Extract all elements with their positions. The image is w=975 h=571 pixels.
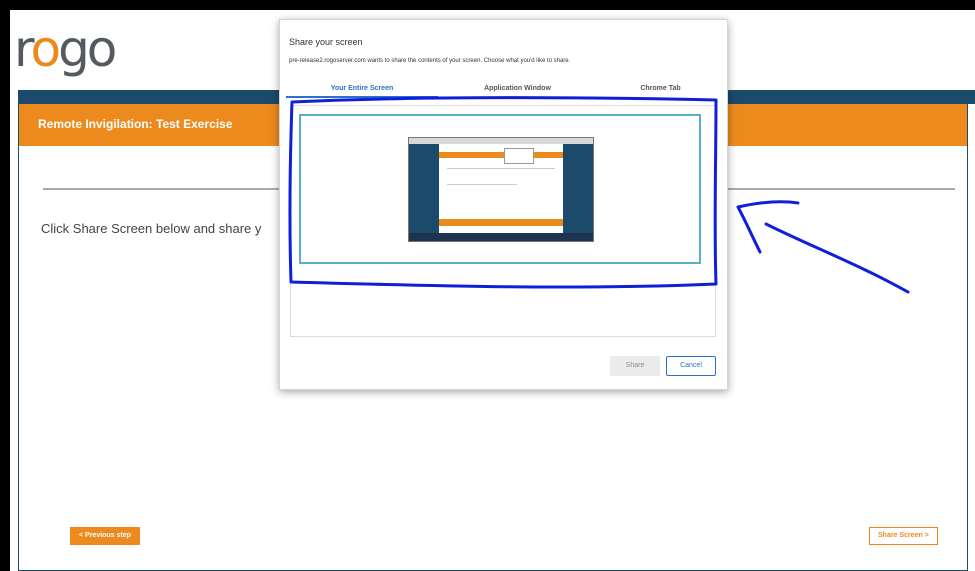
share-button[interactable]: Share — [610, 356, 660, 376]
cancel-button[interactable]: Cancel — [666, 356, 716, 376]
screen-preview-image — [408, 137, 594, 242]
tab-entire-screen[interactable]: Your Entire Screen — [286, 80, 438, 98]
previous-step-button[interactable]: < Previous step — [70, 527, 140, 545]
share-screen-button[interactable]: Share Screen > — [869, 527, 938, 545]
dialog-description: pre-release2.rogoserver.com wants to sha… — [289, 58, 571, 64]
instruction-text: Click Share Screen below and share y — [41, 221, 262, 236]
dialog-title: Share your screen — [289, 37, 363, 47]
share-screen-dialog: Share your screen pre-release2.rogoserve… — [279, 19, 728, 390]
rogo-logo: rogo — [14, 20, 117, 78]
share-options-panel — [290, 105, 716, 337]
exam-title: Remote Invigilation: Test Exercise — [38, 117, 233, 131]
tab-application-window[interactable]: Application Window — [445, 80, 590, 98]
share-tabs: Your Entire Screen Application Window Ch… — [280, 80, 729, 100]
tab-chrome-tab[interactable]: Chrome Tab — [598, 80, 723, 98]
entire-screen-thumbnail[interactable] — [299, 114, 701, 264]
